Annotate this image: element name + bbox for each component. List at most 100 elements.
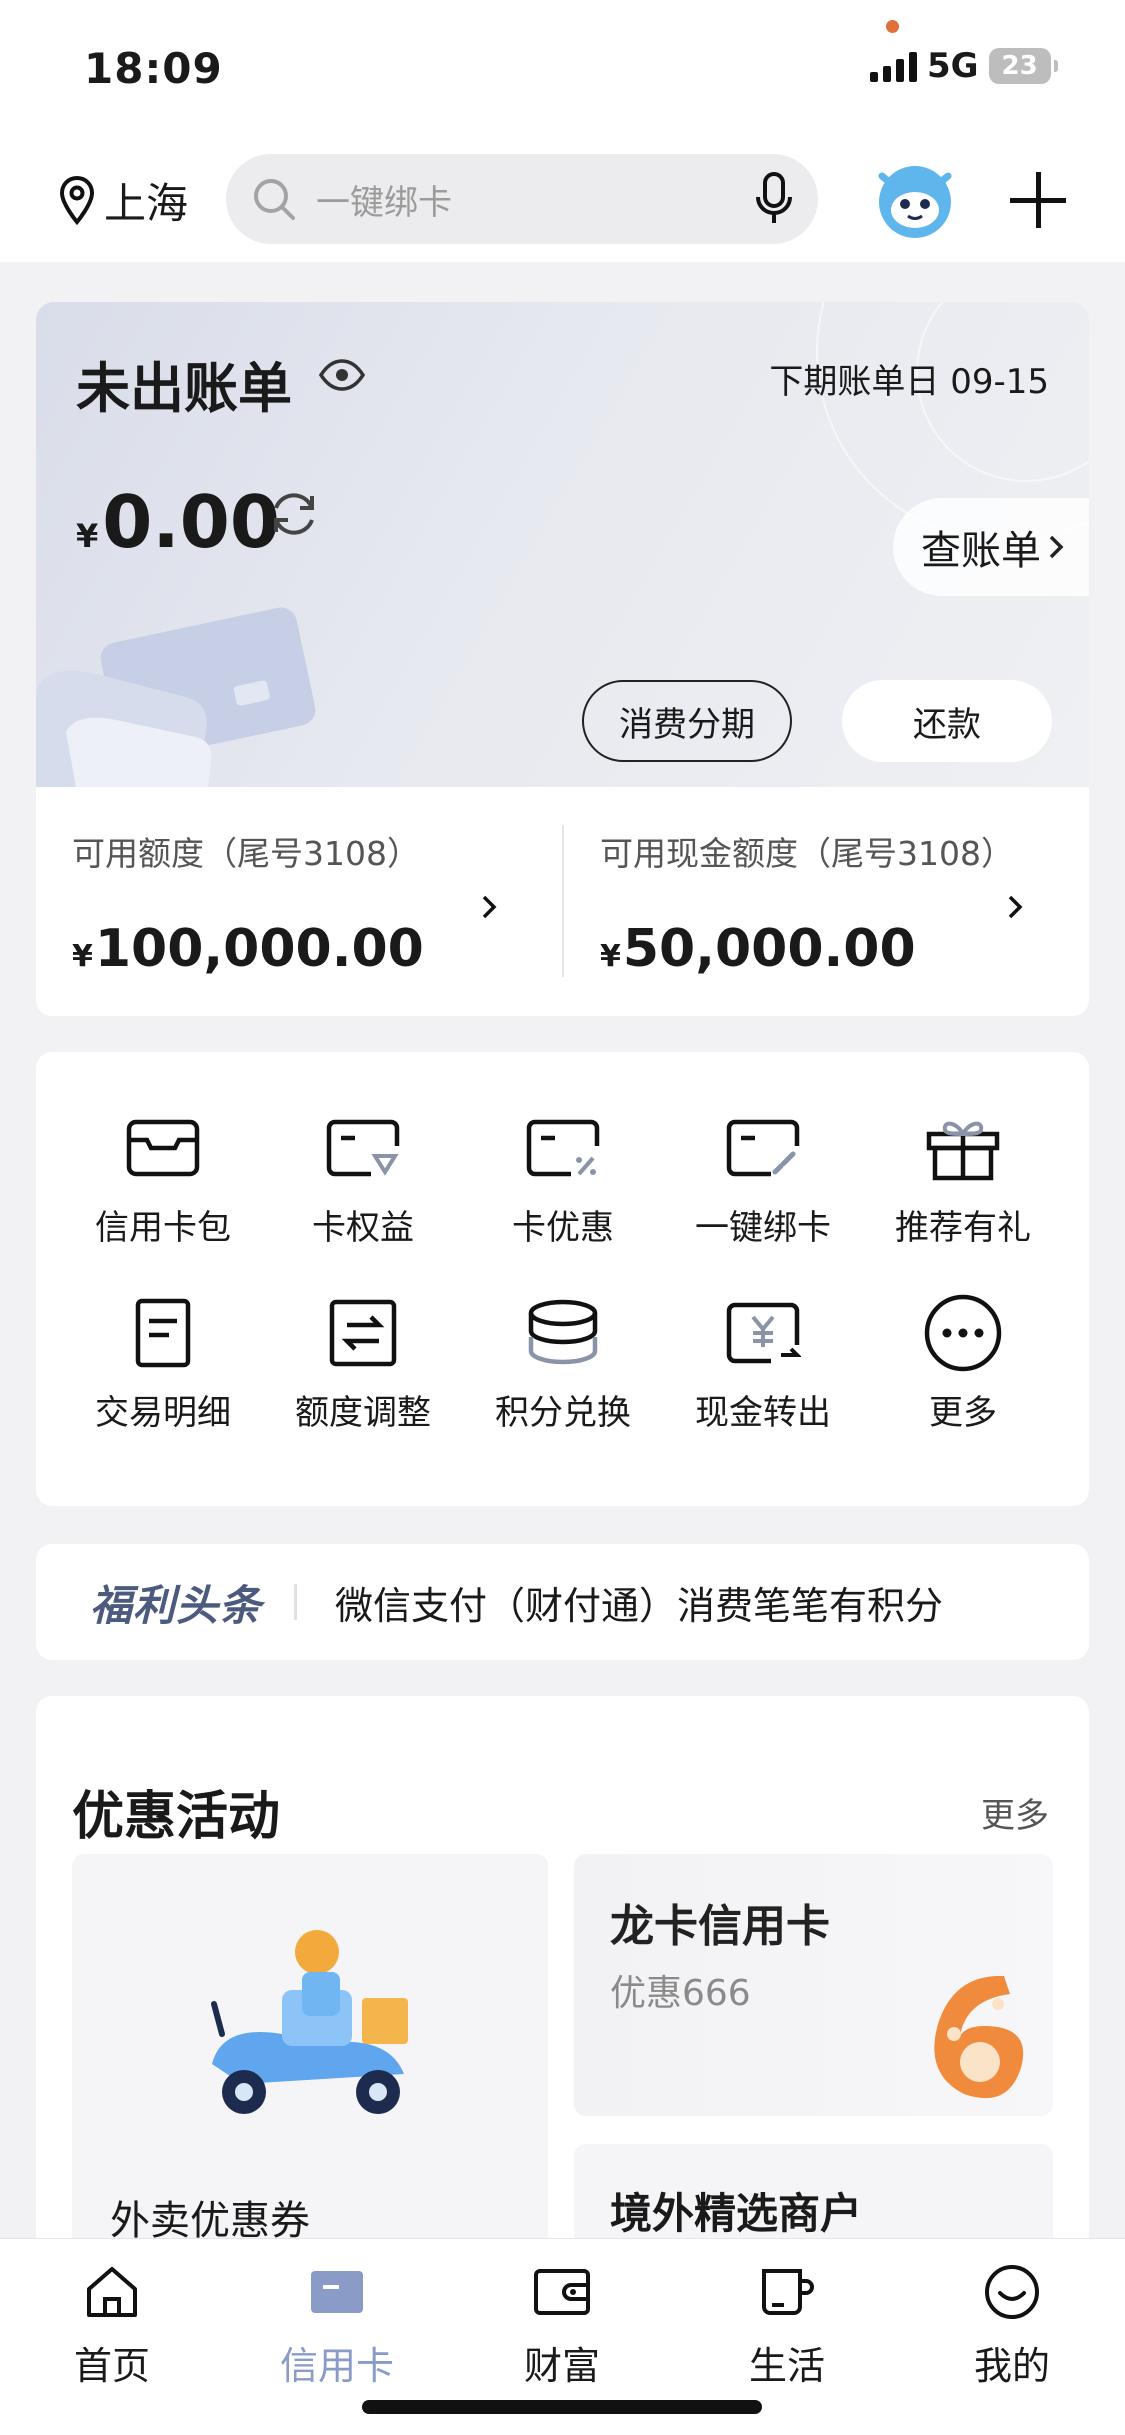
headline-text: 微信支付（财付通）消费笔笔有积分 — [335, 1583, 944, 1628]
search-icon — [254, 179, 295, 220]
grid-item-points-exchange[interactable]: 积分兑换 — [468, 1297, 658, 1447]
headline-tag: 福利头条 — [90, 1580, 263, 1630]
currency-symbol: ¥ — [600, 939, 621, 974]
grid-item-transactions[interactable]: 交易明细 — [68, 1297, 258, 1447]
gift-icon — [923, 1112, 1003, 1184]
function-grid: 信用卡包 卡权益 卡优惠 一键绑卡 推荐有礼 交易明细 额度调整 积分兑换 现金… — [36, 1052, 1089, 1506]
status-indicators: 5G 23 — [870, 46, 1058, 86]
signal-icon — [870, 50, 917, 82]
bill-card: 未出账单 下期账单日 09-15 ¥ 0.00 查账单 消费分期 还款 — [36, 302, 1089, 787]
grid-item-card-bind[interactable]: 一键绑卡 — [668, 1112, 858, 1262]
grid-item-label: 积分兑换 — [495, 1393, 631, 1433]
repay-button[interactable]: 还款 — [842, 680, 1052, 762]
grid-item-label: 卡权益 — [312, 1208, 414, 1248]
location-pin-icon — [59, 175, 95, 225]
tab-mine[interactable]: 我的 — [932, 2263, 1092, 2403]
promo-card-title: 境外精选商户 — [610, 2189, 863, 2238]
search-bar[interactable]: 一键绑卡 — [226, 154, 818, 244]
grid-item-label: 更多 — [929, 1393, 997, 1433]
grid-item-more[interactable]: 更多 — [868, 1294, 1058, 1447]
card-benefit-icon — [323, 1112, 403, 1184]
chevron-right-icon — [1049, 535, 1064, 559]
microphone-icon[interactable] — [754, 171, 794, 227]
available-credit-amount: ¥ 100,000.00 — [72, 919, 424, 979]
card-wallet-icon — [123, 1112, 203, 1184]
card-bind-icon — [723, 1112, 803, 1184]
tab-label: 我的 — [973, 2344, 1050, 2388]
coins-icon — [523, 1297, 603, 1369]
divider — [294, 1584, 298, 1620]
grid-item-label: 现金转出 — [695, 1393, 831, 1433]
check-bill-label: 查账单 — [921, 528, 1041, 574]
promotions-title: 优惠活动 — [72, 1787, 281, 1847]
status-time: 18:09 — [84, 44, 223, 93]
next-bill-date: 下期账单日 09-15 — [769, 362, 1049, 402]
credit-limit-panel: 可用额度（尾号3108） ¥ 100,000.00 可用现金额度（尾号3108）… — [36, 787, 1089, 1016]
chevron-right-icon — [482, 895, 497, 919]
grid-item-limit-adjust[interactable]: 额度调整 — [268, 1297, 458, 1447]
promo-card-subtitle: 优惠666 — [610, 1973, 751, 2014]
refresh-icon[interactable] — [266, 486, 322, 542]
home-indicator — [362, 2400, 762, 2414]
number-six-food-illustration — [934, 1975, 1024, 2099]
amount-value: 50,000.00 — [622, 919, 916, 979]
search-placeholder: 一键绑卡 — [316, 182, 452, 223]
bill-amount: ¥ 0.00 — [76, 480, 280, 564]
document-icon — [123, 1297, 203, 1369]
tab-label: 财富 — [523, 2344, 600, 2388]
cash-out-icon — [723, 1297, 803, 1369]
currency-symbol: ¥ — [72, 939, 93, 974]
scooter-illustration — [211, 1930, 408, 2114]
promotions-more-link[interactable]: 更多 — [981, 1788, 1049, 1837]
eye-icon[interactable] — [318, 358, 366, 392]
available-cash[interactable]: 可用现金额度（尾号3108） ¥ 50,000.00 — [564, 787, 1090, 1016]
cup-icon — [758, 2263, 816, 2321]
amount-value: 100,000.00 — [94, 919, 424, 979]
adjust-icon — [323, 1297, 403, 1369]
smile-icon — [983, 2263, 1041, 2321]
currency-symbol: ¥ — [76, 517, 99, 555]
tab-label: 首页 — [73, 2344, 150, 2388]
tab-home[interactable]: 首页 — [32, 2263, 192, 2403]
available-credit[interactable]: 可用额度（尾号3108） ¥ 100,000.00 — [36, 787, 562, 1016]
installment-button[interactable]: 消费分期 — [582, 680, 792, 762]
grid-item-card-benefit[interactable]: 卡权益 — [268, 1112, 458, 1262]
grid-item-label: 一键绑卡 — [695, 1208, 831, 1248]
location-selector[interactable]: 上海 — [58, 170, 188, 231]
available-credit-label: 可用额度（尾号3108） — [72, 834, 420, 873]
available-cash-label: 可用现金额度（尾号3108） — [600, 834, 1014, 873]
welfare-headline[interactable]: 福利头条 微信支付（财付通）消费笔笔有积分 — [36, 1544, 1089, 1660]
card-discount-icon — [523, 1112, 603, 1184]
cards-illustration — [36, 607, 316, 787]
wallet-icon — [533, 2263, 591, 2321]
top-bar: 18:09 5G 23 上海 一键绑卡 — [0, 0, 1125, 262]
location-label: 上海 — [104, 179, 189, 228]
more-icon — [923, 1294, 1003, 1372]
tab-wealth[interactable]: 财富 — [482, 2263, 642, 2403]
grid-item-label: 交易明细 — [95, 1393, 231, 1433]
chevron-right-icon — [1008, 895, 1023, 919]
battery-icon: 23 — [988, 48, 1058, 84]
grid-item-label: 卡优惠 — [512, 1208, 614, 1248]
grid-item-cash-out[interactable]: 现金转出 — [668, 1297, 858, 1447]
recording-dot — [886, 20, 899, 33]
promo-card-title: 龙卡信用卡 — [610, 1901, 830, 1952]
network-type: 5G — [927, 46, 979, 86]
grid-item-label: 额度调整 — [295, 1393, 431, 1433]
tab-credit-card[interactable]: 信用卡 — [257, 2263, 417, 2403]
available-cash-amount: ¥ 50,000.00 — [600, 919, 916, 979]
promo-card-long-card[interactable]: 龙卡信用卡 优惠666 — [574, 1854, 1053, 2116]
bill-title: 未出账单 — [76, 357, 292, 420]
add-button[interactable] — [1010, 172, 1066, 228]
grid-item-card-wallet[interactable]: 信用卡包 — [68, 1112, 258, 1262]
amount-value: 0.00 — [102, 480, 280, 564]
tab-life[interactable]: 生活 — [707, 2263, 867, 2403]
grid-item-label: 信用卡包 — [95, 1208, 231, 1248]
grid-item-card-discount[interactable]: 卡优惠 — [468, 1112, 658, 1262]
tab-label: 信用卡 — [279, 2344, 394, 2388]
tab-label: 生活 — [748, 2344, 825, 2388]
check-bill-button[interactable]: 查账单 — [893, 498, 1089, 596]
grid-item-referral-gift[interactable]: 推荐有礼 — [868, 1112, 1058, 1262]
assistant-avatar[interactable] — [872, 160, 958, 240]
battery-level: 23 — [1001, 51, 1038, 81]
